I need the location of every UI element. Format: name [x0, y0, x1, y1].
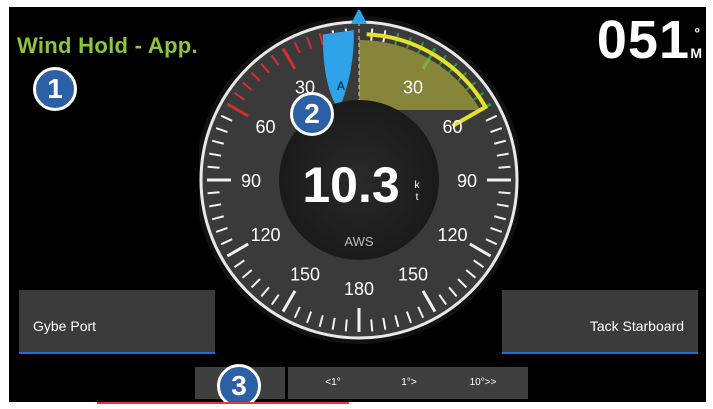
gybe-port-label: Gybe Port: [33, 318, 97, 334]
wind-speed-unit-bottom: t: [416, 192, 419, 203]
adjust-starboard-10-button[interactable]: 10°>>: [438, 367, 528, 399]
tack-starboard-label: Tack Starboard: [589, 318, 684, 334]
starboard-scale-label: 150: [398, 265, 428, 285]
callout-2: 2: [290, 92, 334, 136]
port-scale-label: 60: [255, 117, 275, 137]
starboard-scale-label: 120: [438, 225, 468, 245]
port-scale-label: 90: [241, 171, 261, 191]
wind-speed-label: AWS: [344, 234, 373, 249]
gauge-tick: [344, 319, 348, 332]
wind-gauge: A 306090120150306090120150180 10.3 k t A…: [199, 10, 519, 344]
callout-3: 3: [217, 364, 261, 402]
heading-degree-unit: °: [694, 25, 700, 41]
gauge-tick: [498, 191, 511, 195]
gauge-tick: [207, 165, 220, 169]
autopilot-screen: Wind Hold - App. 051 ° M A 30 60 90 120 150 3…: [9, 7, 706, 402]
port-scale-label: 120: [250, 225, 280, 245]
port-scale-label: 150: [290, 265, 320, 285]
gauge-tick: [207, 191, 220, 195]
mode-title: Wind Hold - App.: [17, 33, 198, 58]
stern-scale-label: 180: [344, 279, 374, 299]
starboard-scale-label: 90: [457, 171, 477, 191]
gauge-tick: [370, 319, 374, 332]
callout-1: 1: [33, 67, 77, 111]
gauge-tick: [498, 165, 511, 169]
starboard-scale-label: 30: [403, 77, 423, 97]
wind-marker-label: A: [337, 79, 346, 93]
starboard-scale-label: 60: [443, 117, 463, 137]
red-indicator-strip: [97, 402, 349, 404]
heading-readout: 051: [596, 10, 690, 70]
wind-speed-value: 10.3: [302, 157, 399, 213]
gybe-port-button[interactable]: Gybe Port: [19, 290, 215, 354]
heading-reference-unit: M: [690, 45, 702, 61]
tack-starboard-button[interactable]: Tack Starboard: [502, 290, 698, 354]
